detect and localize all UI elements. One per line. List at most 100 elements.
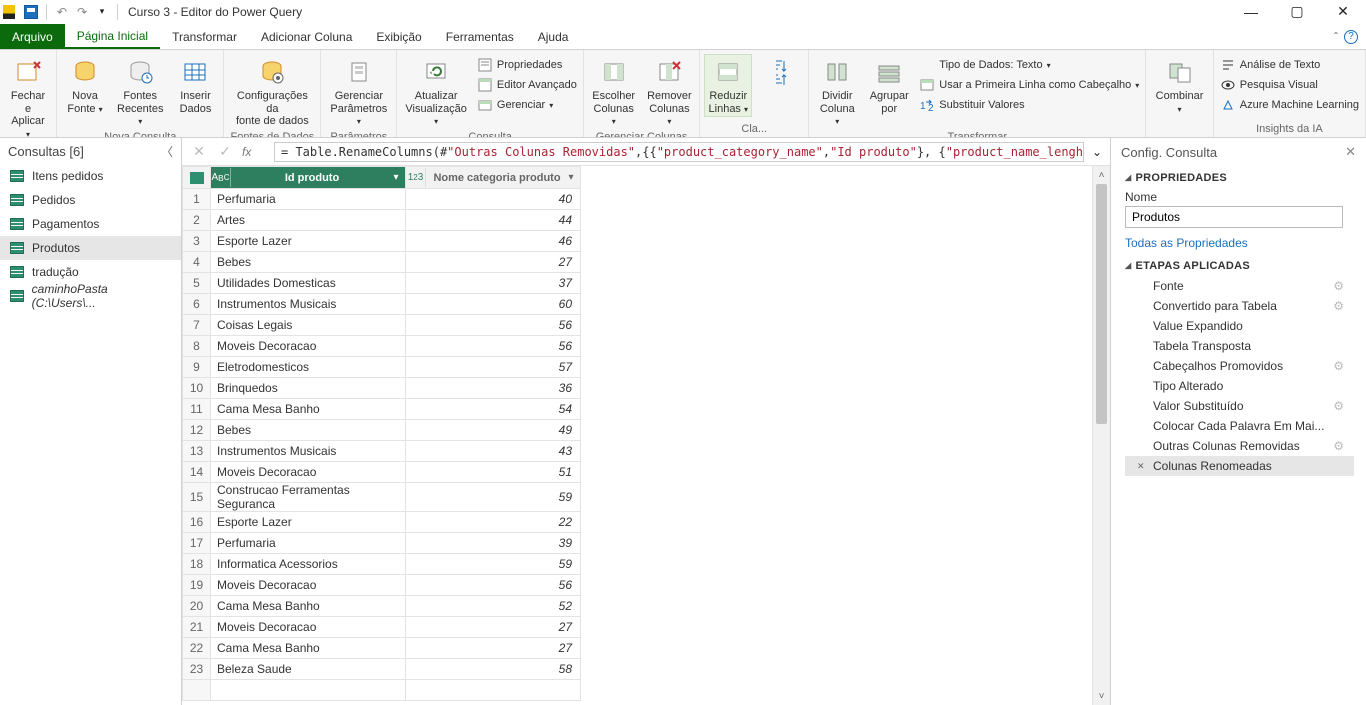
query-item[interactable]: Pedidos [0, 188, 181, 212]
cell[interactable]: Instrumentos Musicais [211, 441, 406, 462]
tab-file[interactable]: Arquivo [0, 24, 65, 49]
formula-expand-icon[interactable]: ⌄ [1092, 145, 1102, 159]
row-number[interactable]: 15 [183, 483, 211, 512]
table-row[interactable]: 4Bebes27 [183, 252, 581, 273]
table-row[interactable]: 20Cama Mesa Banho52 [183, 596, 581, 617]
table-row[interactable]: 16Esporte Lazer22 [183, 512, 581, 533]
cell[interactable] [211, 680, 406, 701]
help-icon[interactable]: ? [1344, 30, 1358, 44]
applied-step[interactable]: Fonte⚙ [1125, 276, 1354, 296]
close-button[interactable]: ✕ [1320, 0, 1366, 24]
tab-página-inicial[interactable]: Página Inicial [65, 24, 160, 49]
row-number[interactable]: 22 [183, 638, 211, 659]
cell[interactable]: 27 [406, 638, 581, 659]
query-item[interactable]: tradução [0, 260, 181, 284]
table-row[interactable]: 17Perfumaria39 [183, 533, 581, 554]
table-row[interactable]: 22Cama Mesa Banho27 [183, 638, 581, 659]
table-row[interactable]: 7Coisas Legais56 [183, 315, 581, 336]
table-corner[interactable] [183, 167, 211, 189]
scroll-thumb[interactable] [1096, 184, 1107, 424]
row-number[interactable]: 4 [183, 252, 211, 273]
manage-button[interactable]: Gerenciar ▾ [475, 96, 579, 114]
cell[interactable]: 27 [406, 617, 581, 638]
first-row-headers-button[interactable]: Usar a Primeira Linha como Cabeçalho ▾ [917, 76, 1141, 94]
cell[interactable]: Cama Mesa Banho [211, 399, 406, 420]
applied-step[interactable]: Convertido para Tabela⚙ [1125, 296, 1354, 316]
cell[interactable]: 58 [406, 659, 581, 680]
ribbon-collapse-icon[interactable]: ˆ [1334, 30, 1338, 44]
undo-button[interactable]: ↶ [53, 3, 71, 21]
gear-icon[interactable]: ⚙ [1333, 299, 1344, 313]
all-properties-link[interactable]: Todas as Propriedades [1125, 236, 1248, 250]
cell[interactable]: 22 [406, 512, 581, 533]
table-row[interactable]: 1Perfumaria40 [183, 189, 581, 210]
cell[interactable]: Moveis Decoracao [211, 336, 406, 357]
cell[interactable]: 36 [406, 378, 581, 399]
tab-transformar[interactable]: Transformar [160, 24, 249, 49]
table-row[interactable]: 8Moveis Decoracao56 [183, 336, 581, 357]
cell[interactable]: Construcao Ferramentas Seguranca [211, 483, 406, 512]
cell[interactable]: 52 [406, 596, 581, 617]
cell[interactable]: 43 [406, 441, 581, 462]
remove-columns-button[interactable]: Remover Colunas ▾ [644, 54, 696, 130]
cell[interactable]: 60 [406, 294, 581, 315]
table-row[interactable]: 15Construcao Ferramentas Seguranca59 [183, 483, 581, 512]
table-row[interactable]: 23Beleza Saude58 [183, 659, 581, 680]
properties-section-header[interactable]: PROPRIEDADES [1125, 172, 1354, 184]
qat-dropdown[interactable]: ▾ [93, 3, 111, 21]
vertical-scrollbar[interactable]: ˄ ˅ [1092, 166, 1110, 705]
maximize-button[interactable]: ▢ [1274, 0, 1320, 24]
cell[interactable]: 59 [406, 554, 581, 575]
table-row[interactable]: 21Moveis Decoracao27 [183, 617, 581, 638]
cell[interactable]: Artes [211, 210, 406, 231]
cell[interactable]: 40 [406, 189, 581, 210]
formula-input[interactable]: = Table.RenameColumns(#"Outras Colunas R… [274, 142, 1084, 162]
table-row[interactable]: 10Brinquedos36 [183, 378, 581, 399]
column-header-nome-categoria[interactable]: 123 Nome categoria produto ▾ [406, 167, 581, 189]
combine-button[interactable]: Combinar ▾ [1150, 54, 1209, 117]
column-header-id-produto[interactable]: ABC Id produto ▾ [211, 167, 406, 189]
tab-ajuda[interactable]: Ajuda [526, 24, 581, 49]
column-dropdown-icon[interactable]: ▾ [562, 172, 580, 183]
gear-icon[interactable]: ⚙ [1333, 359, 1344, 373]
cell[interactable]: Instrumentos Musicais [211, 294, 406, 315]
scroll-down-icon[interactable]: ˅ [1093, 687, 1110, 705]
row-number[interactable] [183, 680, 211, 701]
cell[interactable]: Esporte Lazer [211, 231, 406, 252]
table-row[interactable]: 12Bebes49 [183, 420, 581, 441]
applied-step[interactable]: Tipo Alterado [1125, 376, 1354, 396]
row-number[interactable]: 6 [183, 294, 211, 315]
cell[interactable]: Moveis Decoracao [211, 617, 406, 638]
properties-button[interactable]: Propriedades [475, 56, 579, 74]
applied-step[interactable]: Colunas Renomeadas [1125, 456, 1354, 476]
cell[interactable]: Bebes [211, 420, 406, 441]
row-number[interactable]: 17 [183, 533, 211, 554]
gear-icon[interactable]: ⚙ [1333, 399, 1344, 413]
cell[interactable]: Beleza Saude [211, 659, 406, 680]
table-row[interactable]: 5Utilidades Domesticas37 [183, 273, 581, 294]
table-row[interactable]: 13Instrumentos Musicais43 [183, 441, 581, 462]
table-row[interactable]: 11Cama Mesa Banho54 [183, 399, 581, 420]
new-source-button[interactable]: Nova Fonte ▾ [61, 54, 109, 117]
row-number[interactable]: 21 [183, 617, 211, 638]
cell[interactable]: 51 [406, 462, 581, 483]
query-item[interactable]: caminhoPasta (C:\Users\... [0, 284, 181, 308]
applied-steps-header[interactable]: ETAPAS APLICADAS [1125, 260, 1354, 272]
cell[interactable]: Moveis Decoracao [211, 575, 406, 596]
cell[interactable]: Bebes [211, 252, 406, 273]
table-row[interactable] [183, 680, 581, 701]
row-number[interactable]: 11 [183, 399, 211, 420]
tab-ferramentas[interactable]: Ferramentas [434, 24, 526, 49]
redo-button[interactable]: ↷ [73, 3, 91, 21]
query-item[interactable]: Pagamentos [0, 212, 181, 236]
applied-step[interactable]: Valor Substituído⚙ [1125, 396, 1354, 416]
azure-ml-button[interactable]: Azure Machine Learning [1218, 96, 1361, 114]
cell[interactable]: Coisas Legais [211, 315, 406, 336]
collapse-icon[interactable]: 〈 [161, 143, 173, 160]
cell[interactable]: Cama Mesa Banho [211, 638, 406, 659]
row-number[interactable]: 5 [183, 273, 211, 294]
close-apply-button[interactable]: Fechar e Aplicar ▾ [4, 54, 52, 138]
cell[interactable]: 39 [406, 533, 581, 554]
formula-cancel[interactable]: ✕ [190, 143, 208, 160]
cell[interactable]: Perfumaria [211, 533, 406, 554]
